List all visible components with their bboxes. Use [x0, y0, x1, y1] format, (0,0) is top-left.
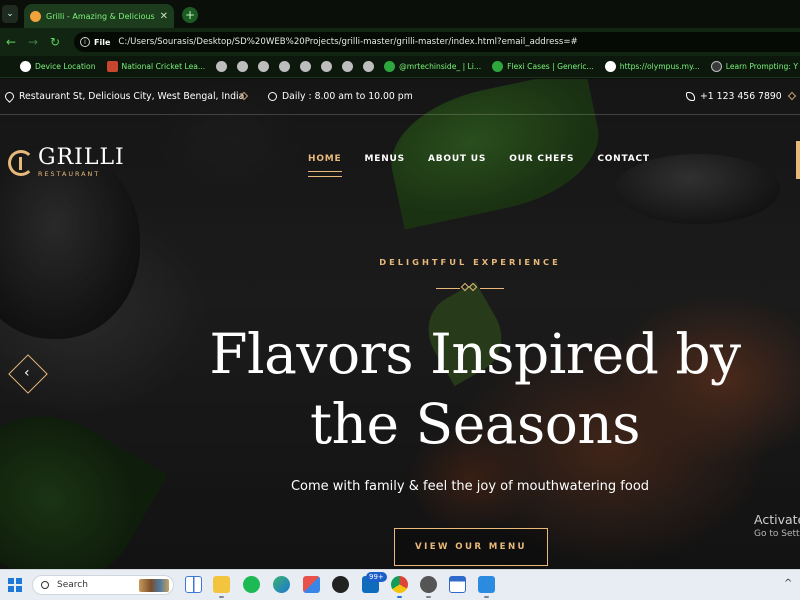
snipping-tool-icon[interactable]	[303, 576, 320, 593]
leaf-icon	[492, 61, 504, 72]
nav-menus[interactable]: MENUS	[365, 154, 405, 164]
bookmark-globe-icon[interactable]	[321, 61, 333, 72]
tab-title: Grilli - Amazing & Delicious Food	[46, 11, 156, 21]
chrome-icon[interactable]	[391, 576, 408, 593]
bookmark-mrtechinside[interactable]: @mrtechinside_ | Li...	[384, 61, 481, 72]
hero-title-line1: Flavors Inspired by	[209, 322, 741, 386]
windows-taskbar: Search 99+ ^	[0, 569, 800, 600]
windows-activate-subtext: Go to Sett	[754, 529, 800, 539]
nav-our-chefs[interactable]: OUR CHEFS	[509, 154, 574, 164]
browser-tab-strip: ⌄ Grilli - Amazing & Delicious Food ✕ +	[0, 0, 800, 28]
bookmark-globe-icon[interactable]	[258, 61, 270, 72]
site-logo[interactable]: GRILLI RESTAURANT	[8, 147, 125, 178]
bookmark-label: https://olympus.my...	[619, 62, 700, 71]
cricket-site-icon	[106, 61, 118, 72]
main-navigation: HOME MENUS ABOUT US OUR CHEFS CONTACT	[308, 154, 673, 177]
close-tab-icon[interactable]: ✕	[160, 11, 168, 22]
bookmark-flexi-cases[interactable]: Flexi Cases | Generic...	[492, 61, 594, 72]
site-favicon-icon	[30, 10, 41, 22]
bookmark-label: Device Location	[35, 62, 96, 71]
bookmark-label: National Cricket Lea...	[121, 62, 206, 71]
scheme-chip[interactable]: File	[94, 38, 110, 47]
url-text[interactable]: C:/Users/Sourasis/Desktop/SD%20WEB%20Pro…	[118, 37, 577, 47]
bookmark-learn-prompting[interactable]: Learn Prompting: Y	[710, 61, 798, 72]
nav-home[interactable]: HOME	[308, 154, 342, 177]
phone-icon	[686, 92, 695, 101]
bookmarks-bar: Device Location National Cricket Lea... …	[0, 56, 800, 78]
location-pin-icon	[3, 90, 16, 103]
bookmark-globe-icon[interactable]	[342, 61, 354, 72]
taskbar-search[interactable]: Search	[32, 575, 174, 595]
chevron-up-icon[interactable]: ^	[784, 578, 792, 589]
browser-toolbar: ← → ↻ i File C:/Users/Sourasis/Desktop/S…	[0, 28, 800, 56]
site-info-icon[interactable]: i	[80, 37, 90, 47]
back-button[interactable]: ←	[0, 35, 22, 49]
search-highlight-image	[139, 579, 169, 592]
hero-ornament	[436, 282, 504, 292]
bookmark-device-location[interactable]: Device Location	[20, 61, 96, 72]
nav-contact[interactable]: CONTACT	[597, 154, 650, 164]
bookmark-globe-icon[interactable]	[237, 61, 249, 72]
bookmark-label: Flexi Cases | Generic...	[507, 62, 594, 71]
phone-info[interactable]: +1 123 456 7890	[686, 91, 782, 102]
start-windows-icon[interactable]	[8, 578, 22, 592]
nav-about-us[interactable]: ABOUT US	[428, 154, 486, 164]
address-info: Restaurant St, Delicious City, West Beng…	[3, 90, 245, 103]
hero-title: Flavors Inspired by the Seasons	[185, 319, 765, 459]
bookmark-globe-icon[interactable]	[363, 61, 375, 72]
hero-title-line2: the Seasons	[309, 392, 641, 456]
edge-icon[interactable]	[273, 576, 290, 593]
address-bar[interactable]: i File C:/Users/Sourasis/Desktop/SD%20WE…	[74, 32, 800, 52]
logo-name: GRILLI	[38, 145, 125, 170]
spotify-icon[interactable]	[243, 576, 260, 593]
notepad-icon[interactable]	[449, 576, 466, 593]
bookmark-globe-icon[interactable]	[216, 61, 228, 72]
vscode-icon[interactable]	[478, 576, 495, 593]
windows-activate-watermark: Activate	[754, 512, 800, 527]
info-topbar: Restaurant St, Delicious City, West Beng…	[0, 79, 800, 115]
bookmark-olympus[interactable]: https://olympus.my...	[604, 61, 700, 72]
leaf-icon	[384, 61, 396, 72]
bookmark-globe-icon[interactable]	[300, 61, 312, 72]
bookmark-label: Learn Prompting: Y	[725, 62, 798, 71]
hours-text: Daily : 8.00 am to 10.00 pm	[282, 91, 413, 102]
new-tab-button[interactable]: +	[182, 7, 198, 23]
hero-eyebrow: DELIGHTFUL EXPERIENCE	[379, 257, 561, 267]
address-text: Restaurant St, Delicious City, West Beng…	[19, 91, 245, 102]
search-placeholder: Search	[57, 580, 88, 590]
bookmark-globe-icon[interactable]	[279, 61, 291, 72]
hero-subtitle: Come with family & feel the joy of mouth…	[290, 479, 650, 494]
search-icon	[41, 581, 49, 589]
phone-text[interactable]: +1 123 456 7890	[700, 91, 782, 102]
reload-button[interactable]: ↻	[44, 35, 66, 49]
separator-diamond-icon	[787, 91, 797, 101]
learn-prompting-icon	[710, 61, 722, 72]
logo-mark-icon	[8, 149, 34, 176]
hours-info: Daily : 8.00 am to 10.00 pm	[268, 91, 413, 102]
forward-button[interactable]: →	[22, 35, 44, 49]
task-view-icon[interactable]	[185, 576, 202, 593]
logo-tagline: RESTAURANT	[38, 170, 101, 178]
website-viewport: Restaurant St, Delicious City, West Beng…	[0, 79, 800, 569]
google-icon	[604, 61, 616, 72]
notification-badge: 99+	[366, 572, 387, 582]
chevron-left-icon[interactable]: ‹	[24, 365, 30, 381]
browser-tab-active[interactable]: Grilli - Amazing & Delicious Food ✕	[24, 4, 174, 28]
bookmark-label: @mrtechinside_ | Li...	[399, 62, 482, 71]
file-explorer-icon[interactable]	[213, 576, 230, 593]
google-icon	[20, 61, 31, 72]
app-circle-icon[interactable]	[332, 576, 349, 593]
tab-search-menu[interactable]: ⌄	[2, 5, 18, 23]
bookmark-national-cricket[interactable]: National Cricket Lea...	[106, 61, 206, 72]
clock-icon	[268, 92, 277, 101]
app-profile-icon[interactable]	[420, 576, 437, 593]
header-edge-button[interactable]	[796, 141, 800, 179]
view-menu-button[interactable]: VIEW OUR MENU	[394, 528, 548, 566]
